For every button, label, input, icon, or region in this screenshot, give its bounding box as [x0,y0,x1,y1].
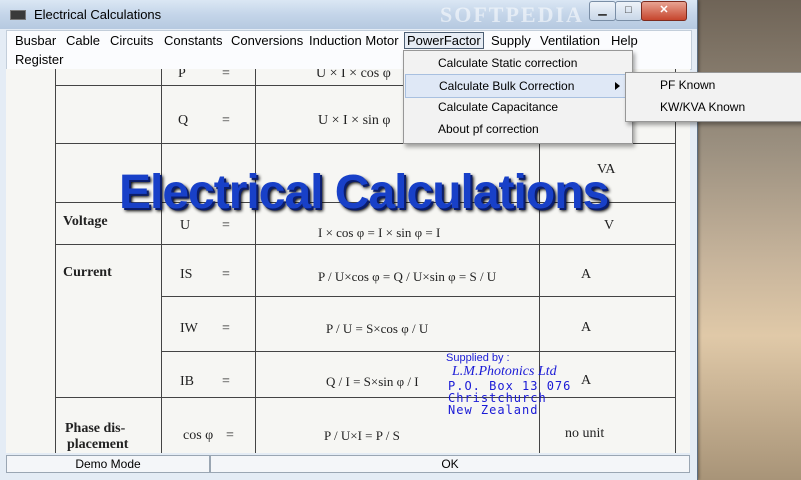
supplied-by-label: Supplied by : [446,352,510,364]
iw-formula: P / U = S×cos φ / U [326,321,429,336]
menu-calc-capacitance[interactable]: Calculate Capacitance [405,96,631,118]
powerfactor-dropdown: Calculate Static correction Calculate Bu… [403,50,633,144]
menu-busbar[interactable]: Busbar [15,33,56,48]
is-symbol: IS [180,267,193,282]
close-icon: ✕ [659,4,669,16]
q-formula: U × I × sin φ [318,113,391,128]
supplier-info: Supplied by : L.M.Photonics Ltd P.O. Box… [446,352,571,416]
menu-powerfactor[interactable]: PowerFactor [404,32,484,49]
supplier-address-3: New Zealand [448,403,539,417]
maximize-icon: □ [625,4,632,16]
u-equals: = [222,218,230,233]
status-bar: Demo Mode OK [6,455,690,473]
ib-symbol: IB [180,374,194,389]
iw-symbol: IW [180,321,198,336]
menu-cable[interactable]: Cable [66,33,100,48]
splash-title: Electrical Calculations [119,166,609,219]
title-bar[interactable]: Electrical Calculations SOFTPEDIA ▁ □ ✕ [0,0,697,29]
watermark: SOFTPEDIA [440,2,584,27]
chevron-right-icon [615,82,620,90]
p-symbol: P [178,69,186,81]
maximize-button[interactable]: □ [615,1,642,21]
phase-label-2: placement [67,437,129,452]
menu-conversions[interactable]: Conversions [231,33,303,48]
p-formula: U × I × cos φ [316,69,391,81]
cos-formula: P / U×I = P / S [324,428,400,443]
menu-circuits[interactable]: Circuits [110,33,153,48]
phase-label: Phase dis- [65,421,126,436]
a-unit-3: A [581,373,592,388]
iw-equals: = [222,321,230,336]
ib-formula: Q / I = S×sin φ / I [326,374,419,389]
u-formula: I × cos φ = I × sin φ = I [318,225,441,240]
menu-calc-static-correction[interactable]: Calculate Static correction [405,52,631,74]
window-title: Electrical Calculations [34,7,162,22]
a-unit-1: A [581,267,592,282]
cos-equals: = [226,428,234,443]
status-mode: Demo Mode [6,455,210,473]
minimize-button[interactable]: ▁ [589,1,616,21]
minimize-icon: ▁ [598,4,607,16]
voltage-label: Voltage [63,214,108,229]
a-unit-2: A [581,320,592,335]
menu-constants[interactable]: Constants [164,33,223,48]
app-icon[interactable] [10,10,26,20]
menu-pf-known[interactable]: PF Known [627,74,801,96]
v-unit: V [604,218,615,233]
current-label: Current [63,265,112,280]
menu-register[interactable]: Register [15,52,63,67]
menu-calc-bulk-correction[interactable]: Calculate Bulk Correction [405,74,631,98]
menu-kw-kva-known[interactable]: KW/KVA Known [627,96,801,118]
menu-supply[interactable]: Supply [491,33,531,48]
menu-ventilation[interactable]: Ventilation [540,33,600,48]
menu-induction-motor[interactable]: Induction Motor [309,33,399,48]
menu-help[interactable]: Help [611,33,638,48]
p-equals: = [222,69,230,81]
ib-equals: = [222,374,230,389]
supplier-company: L.M.Photonics Ltd [452,364,557,379]
u-symbol: U [180,218,191,233]
menu-about-pf-correction[interactable]: About pf correction [405,118,631,140]
cos-symbol: cos φ [183,428,214,443]
bulk-correction-submenu: PF Known KW/KVA Known [625,72,801,122]
close-button[interactable]: ✕ [641,1,687,21]
is-formula: P / U×cos φ = Q / U×sin φ = S / U [318,269,497,284]
status-message: OK [210,455,690,473]
q-symbol: Q [178,113,189,128]
no-unit: no unit [565,426,605,441]
is-equals: = [222,267,230,282]
q-equals: = [222,113,230,128]
